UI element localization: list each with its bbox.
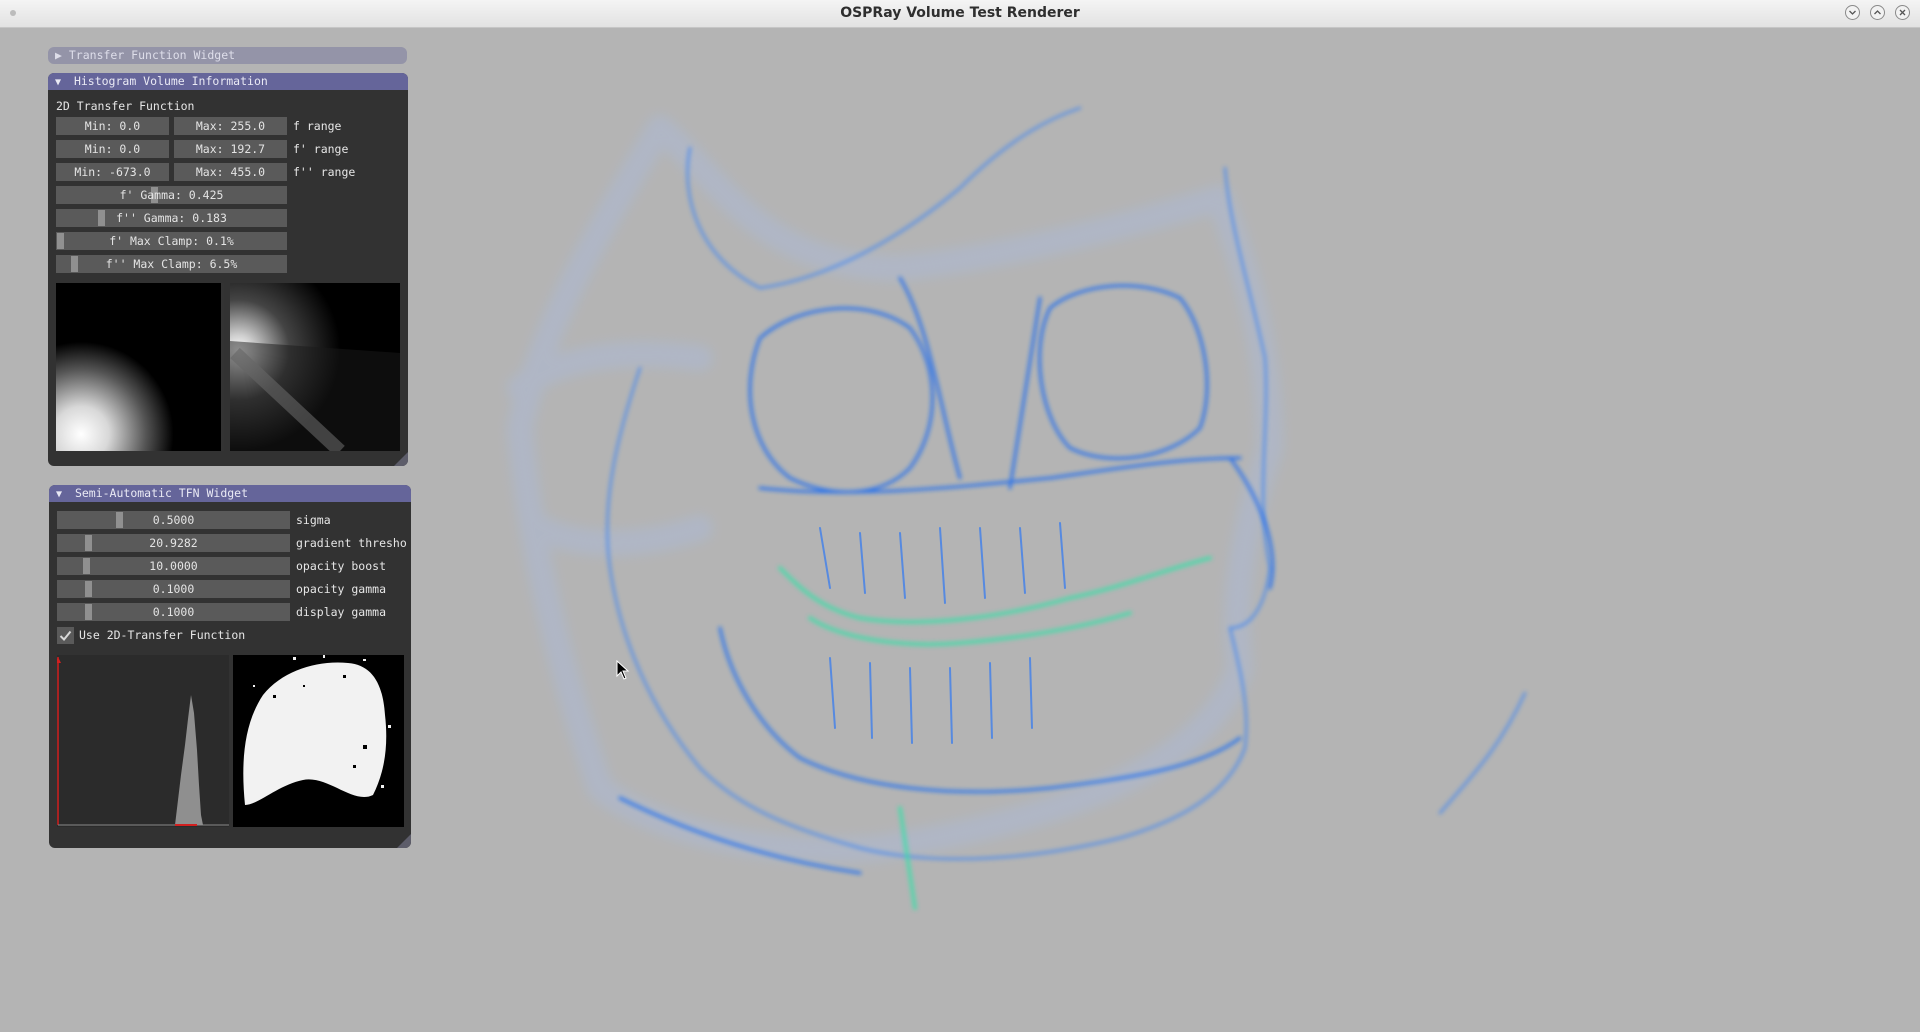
f2-gamma-slider[interactable]: f'' Gamma: 0.183 xyxy=(56,209,287,227)
f2-max-clamp-value: f'' Max Clamp: 6.5% xyxy=(105,257,238,271)
window-titlebar[interactable]: OSPRay Volume Test Renderer xyxy=(0,0,1920,28)
f1-range-label: f' range xyxy=(293,142,349,156)
opacity-gamma-label: opacity gamma xyxy=(296,582,387,596)
slider-grab[interactable] xyxy=(84,581,92,597)
expand-arrow-icon: ▶ xyxy=(55,48,62,62)
gradient-threshold-label: gradient thresho xyxy=(296,536,407,550)
minimize-icon xyxy=(1849,10,1856,15)
use-2d-tfn-label: Use 2D-Transfer Function xyxy=(79,628,246,642)
slider-grab[interactable] xyxy=(116,512,124,528)
mouse-cursor-icon xyxy=(616,660,630,680)
opacity-gamma-slider[interactable]: 0.1000 xyxy=(57,580,290,598)
maximize-button[interactable] xyxy=(1870,5,1885,20)
display-gamma-label: display gamma xyxy=(296,605,387,619)
f2-max-clamp-slider[interactable]: f'' Max Clamp: 6.5% xyxy=(56,255,287,273)
f-range-max-field[interactable]: Max: 255.0 xyxy=(174,117,287,135)
close-button[interactable] xyxy=(1895,5,1910,20)
semi-auto-tfn-header[interactable]: ▼ Semi-Automatic TFN Widget xyxy=(49,485,411,502)
transfer-function-widget-title: Transfer Function Widget xyxy=(68,48,236,62)
checkmark-icon xyxy=(59,630,72,641)
f2-range-label: f'' range xyxy=(293,165,356,179)
f1-max-clamp-slider[interactable]: f' Max Clamp: 0.1% xyxy=(56,232,287,250)
slider-grab[interactable] xyxy=(97,210,105,226)
display-gamma-value: 0.1000 xyxy=(152,605,195,619)
semi-auto-tfn-window: ▼ Semi-Automatic TFN Widget 0.5000 sigma… xyxy=(49,485,411,848)
f1-gamma-slider[interactable]: f' Gamma: 0.425 xyxy=(56,186,287,204)
use-2d-tfn-checkbox[interactable] xyxy=(57,627,74,644)
f1-max-clamp-value: f' Max Clamp: 0.1% xyxy=(109,234,234,248)
collapse-arrow-icon: ▼ xyxy=(56,489,63,500)
f1-range-max-field[interactable]: Max: 192.7 xyxy=(174,140,287,158)
histogram-window: ▼ Histogram Volume Information 2D Transf… xyxy=(48,73,408,466)
sigma-slider[interactable]: 0.5000 xyxy=(57,511,290,529)
slider-grab[interactable] xyxy=(57,233,65,249)
f1-range-min-field[interactable]: Min: 0.0 xyxy=(56,140,169,158)
section-title: 2D Transfer Function xyxy=(56,99,195,113)
histogram-window-title: Histogram Volume Information xyxy=(73,74,268,88)
f2-range-min-field[interactable]: Min: -673.0 xyxy=(56,163,169,181)
histogram-2d-plot-f-f1 xyxy=(56,283,224,451)
f2-range-max-field[interactable]: Max: 455.0 xyxy=(174,163,287,181)
histogram-2d-plot-f1-f2 xyxy=(230,283,400,457)
opacity-boost-label: opacity boost xyxy=(296,559,387,573)
opacity-boost-value: 10.0000 xyxy=(149,559,198,573)
f2-gamma-value: f'' Gamma: 0.183 xyxy=(116,211,227,225)
resize-grip[interactable] xyxy=(397,834,411,848)
resize-grip[interactable] xyxy=(394,452,408,466)
window-title: OSPRay Volume Test Renderer xyxy=(840,5,1080,21)
slider-grab[interactable] xyxy=(84,604,92,620)
semi-auto-tfn-title: Semi-Automatic TFN Widget xyxy=(74,486,249,500)
slider-grab[interactable] xyxy=(82,558,90,574)
slider-grab[interactable] xyxy=(84,535,92,551)
close-icon xyxy=(1899,9,1906,16)
f-range-label: f range xyxy=(293,119,342,133)
opacity-boost-slider[interactable]: 10.0000 xyxy=(57,557,290,575)
binary-tfn-mask-plot xyxy=(233,655,404,827)
intensity-histogram-plot xyxy=(55,655,229,827)
histogram-window-header[interactable]: ▼ Histogram Volume Information xyxy=(48,73,408,90)
f-range-min-field[interactable]: Min: 0.0 xyxy=(56,117,169,135)
sigma-label: sigma xyxy=(296,513,331,527)
collapse-arrow-icon: ▼ xyxy=(55,77,62,88)
display-gamma-slider[interactable]: 0.1000 xyxy=(57,603,290,621)
sigma-value: 0.5000 xyxy=(152,513,195,527)
opacity-gamma-value: 0.1000 xyxy=(152,582,195,596)
maximize-icon xyxy=(1874,10,1881,15)
transfer-function-widget-header[interactable]: ▶ Transfer Function Widget xyxy=(48,47,407,64)
f1-gamma-value: f' Gamma: 0.425 xyxy=(119,188,224,202)
slider-grab[interactable] xyxy=(71,256,79,272)
gradient-threshold-value: 20.9282 xyxy=(149,536,198,550)
minimize-button[interactable] xyxy=(1845,5,1860,20)
gradient-threshold-slider[interactable]: 20.9282 xyxy=(57,534,290,552)
